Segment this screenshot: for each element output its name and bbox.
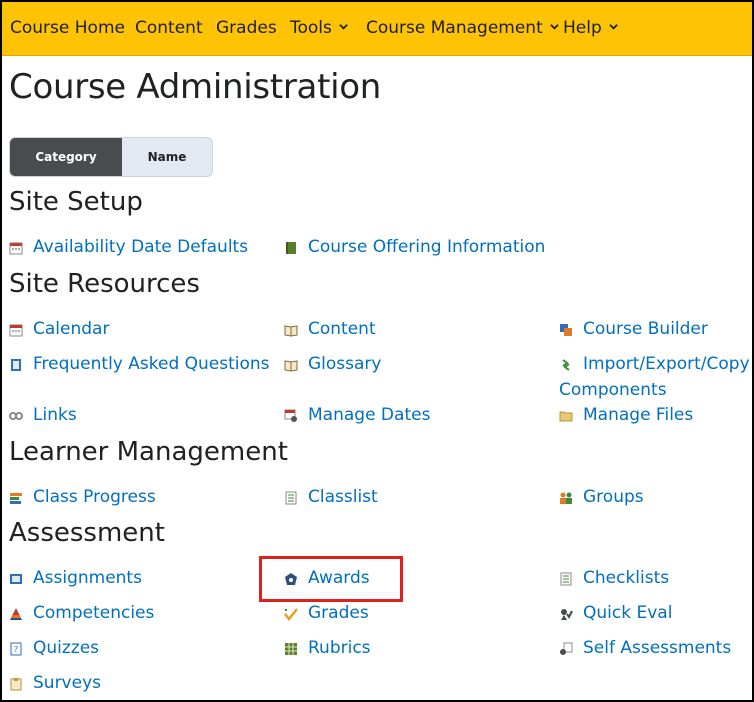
section-heading: Learner Management: [9, 437, 288, 467]
link-label: Glossary: [308, 354, 382, 374]
open-book-icon: [284, 360, 298, 372]
list-icon: [285, 491, 297, 505]
quiz-icon: ?: [10, 642, 22, 656]
link-label: Quizzes: [33, 638, 100, 658]
builder-icon: [560, 324, 572, 336]
link-label: Links: [33, 405, 77, 425]
assignment-icon: [10, 574, 22, 584]
nav-tools-label: Tools: [290, 18, 332, 38]
link-label: Frequently Asked Questions: [33, 354, 270, 374]
faq-icon: [11, 359, 21, 371]
quick-eval-icon: [561, 609, 573, 620]
chevron-down-icon: [609, 24, 618, 30]
nav-course-management[interactable]: Course Management: [366, 18, 559, 38]
chevron-down-icon: [339, 24, 348, 30]
link-label: Self Assessments: [583, 638, 732, 658]
link-label: Course Offering Information: [308, 237, 546, 257]
link-label: Manage Dates: [308, 405, 431, 425]
section-heading: Site Setup: [9, 187, 143, 217]
link-label: Competencies: [33, 603, 155, 623]
checklist-icon: [560, 572, 572, 586]
toggle-category-button[interactable]: Category: [10, 138, 122, 176]
calendar-gear-icon: [284, 409, 297, 422]
nav-help[interactable]: Help: [563, 18, 618, 38]
chevron-down-icon: [550, 24, 559, 30]
book-icon: [286, 242, 296, 254]
link-label: Calendar: [33, 319, 110, 339]
nav-course-management-label: Course Management: [366, 18, 543, 38]
open-book-icon: [284, 325, 298, 337]
link-label: Course Builder: [583, 319, 708, 339]
page-title: Course Administration: [9, 67, 382, 107]
link-import-export-copy-continued[interactable]: Components: [559, 377, 667, 403]
section-heading: Assessment: [9, 518, 165, 548]
link-label: Rubrics: [308, 638, 371, 658]
progress-bars-icon: [10, 493, 22, 504]
link-label: Quick Eval: [583, 603, 673, 623]
grades-icon: [284, 608, 298, 621]
nav-help-label: Help: [563, 18, 602, 38]
view-toggle: Category Name: [9, 137, 213, 177]
link-label: Grades: [308, 603, 369, 623]
link-label: Import/Export/Copy: [583, 354, 750, 374]
awards-highlight-box: [259, 556, 403, 602]
link-label: Availability Date Defaults: [33, 237, 249, 257]
link-label: Surveys: [33, 673, 101, 693]
link-label: Manage Files: [583, 405, 694, 425]
people-icon: [560, 492, 572, 504]
link-label: Classlist: [308, 487, 378, 507]
pyramid-icon: [10, 608, 22, 620]
nav-content[interactable]: Content: [135, 18, 203, 38]
nav-tools[interactable]: Tools: [290, 18, 348, 38]
calendar-icon: [9, 242, 23, 255]
link-label: Content: [308, 319, 376, 339]
section-heading: Site Resources: [9, 269, 200, 299]
link-label: Class Progress: [33, 487, 156, 507]
clipboard-icon: [10, 678, 22, 691]
svg-text:?: ?: [14, 645, 18, 654]
nav-grades[interactable]: Grades: [216, 18, 277, 38]
chain-link-icon: [9, 412, 23, 420]
link-label: Checklists: [583, 568, 670, 588]
rubric-grid-icon: [285, 643, 297, 655]
nav-course-home[interactable]: Course Home: [10, 18, 125, 38]
folder-icon: [559, 411, 573, 422]
course-navbar: Course Home Content Grades Tools Course …: [2, 2, 752, 56]
calendar-icon: [9, 324, 23, 337]
link-label: Assignments: [33, 568, 142, 588]
toggle-name-button[interactable]: Name: [122, 138, 212, 176]
arrows-icon: [562, 359, 570, 371]
link-label: Groups: [583, 487, 644, 507]
self-assessment-icon: [560, 642, 573, 655]
